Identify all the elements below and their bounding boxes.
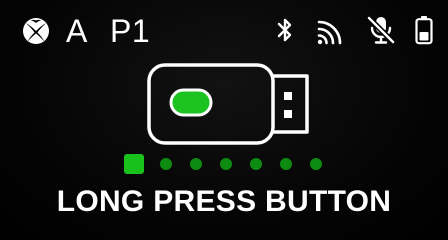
pairing-screen: A P1 LONG PRESS BUTTON (0, 0, 448, 240)
status-bar: A P1 (0, 0, 448, 60)
bluetooth-icon (277, 18, 292, 42)
usb-dongle-icon (147, 63, 309, 145)
progress-step (250, 158, 262, 170)
player-slot-indicator: P1 (110, 13, 151, 49)
progress-step-active (124, 154, 144, 174)
progress-step (220, 158, 232, 170)
instruction-text: LONG PRESS BUTTON (56, 185, 392, 218)
progress-step (310, 158, 322, 170)
battery-icon (415, 16, 433, 45)
profile-indicator: A (66, 13, 88, 49)
progress-step (280, 158, 292, 170)
mic-muted-icon (367, 16, 395, 44)
xbox-icon (23, 18, 49, 44)
progress-step (190, 158, 202, 170)
cast-icon (317, 20, 342, 45)
progress-step (160, 158, 172, 170)
progress-indicator (124, 154, 344, 174)
